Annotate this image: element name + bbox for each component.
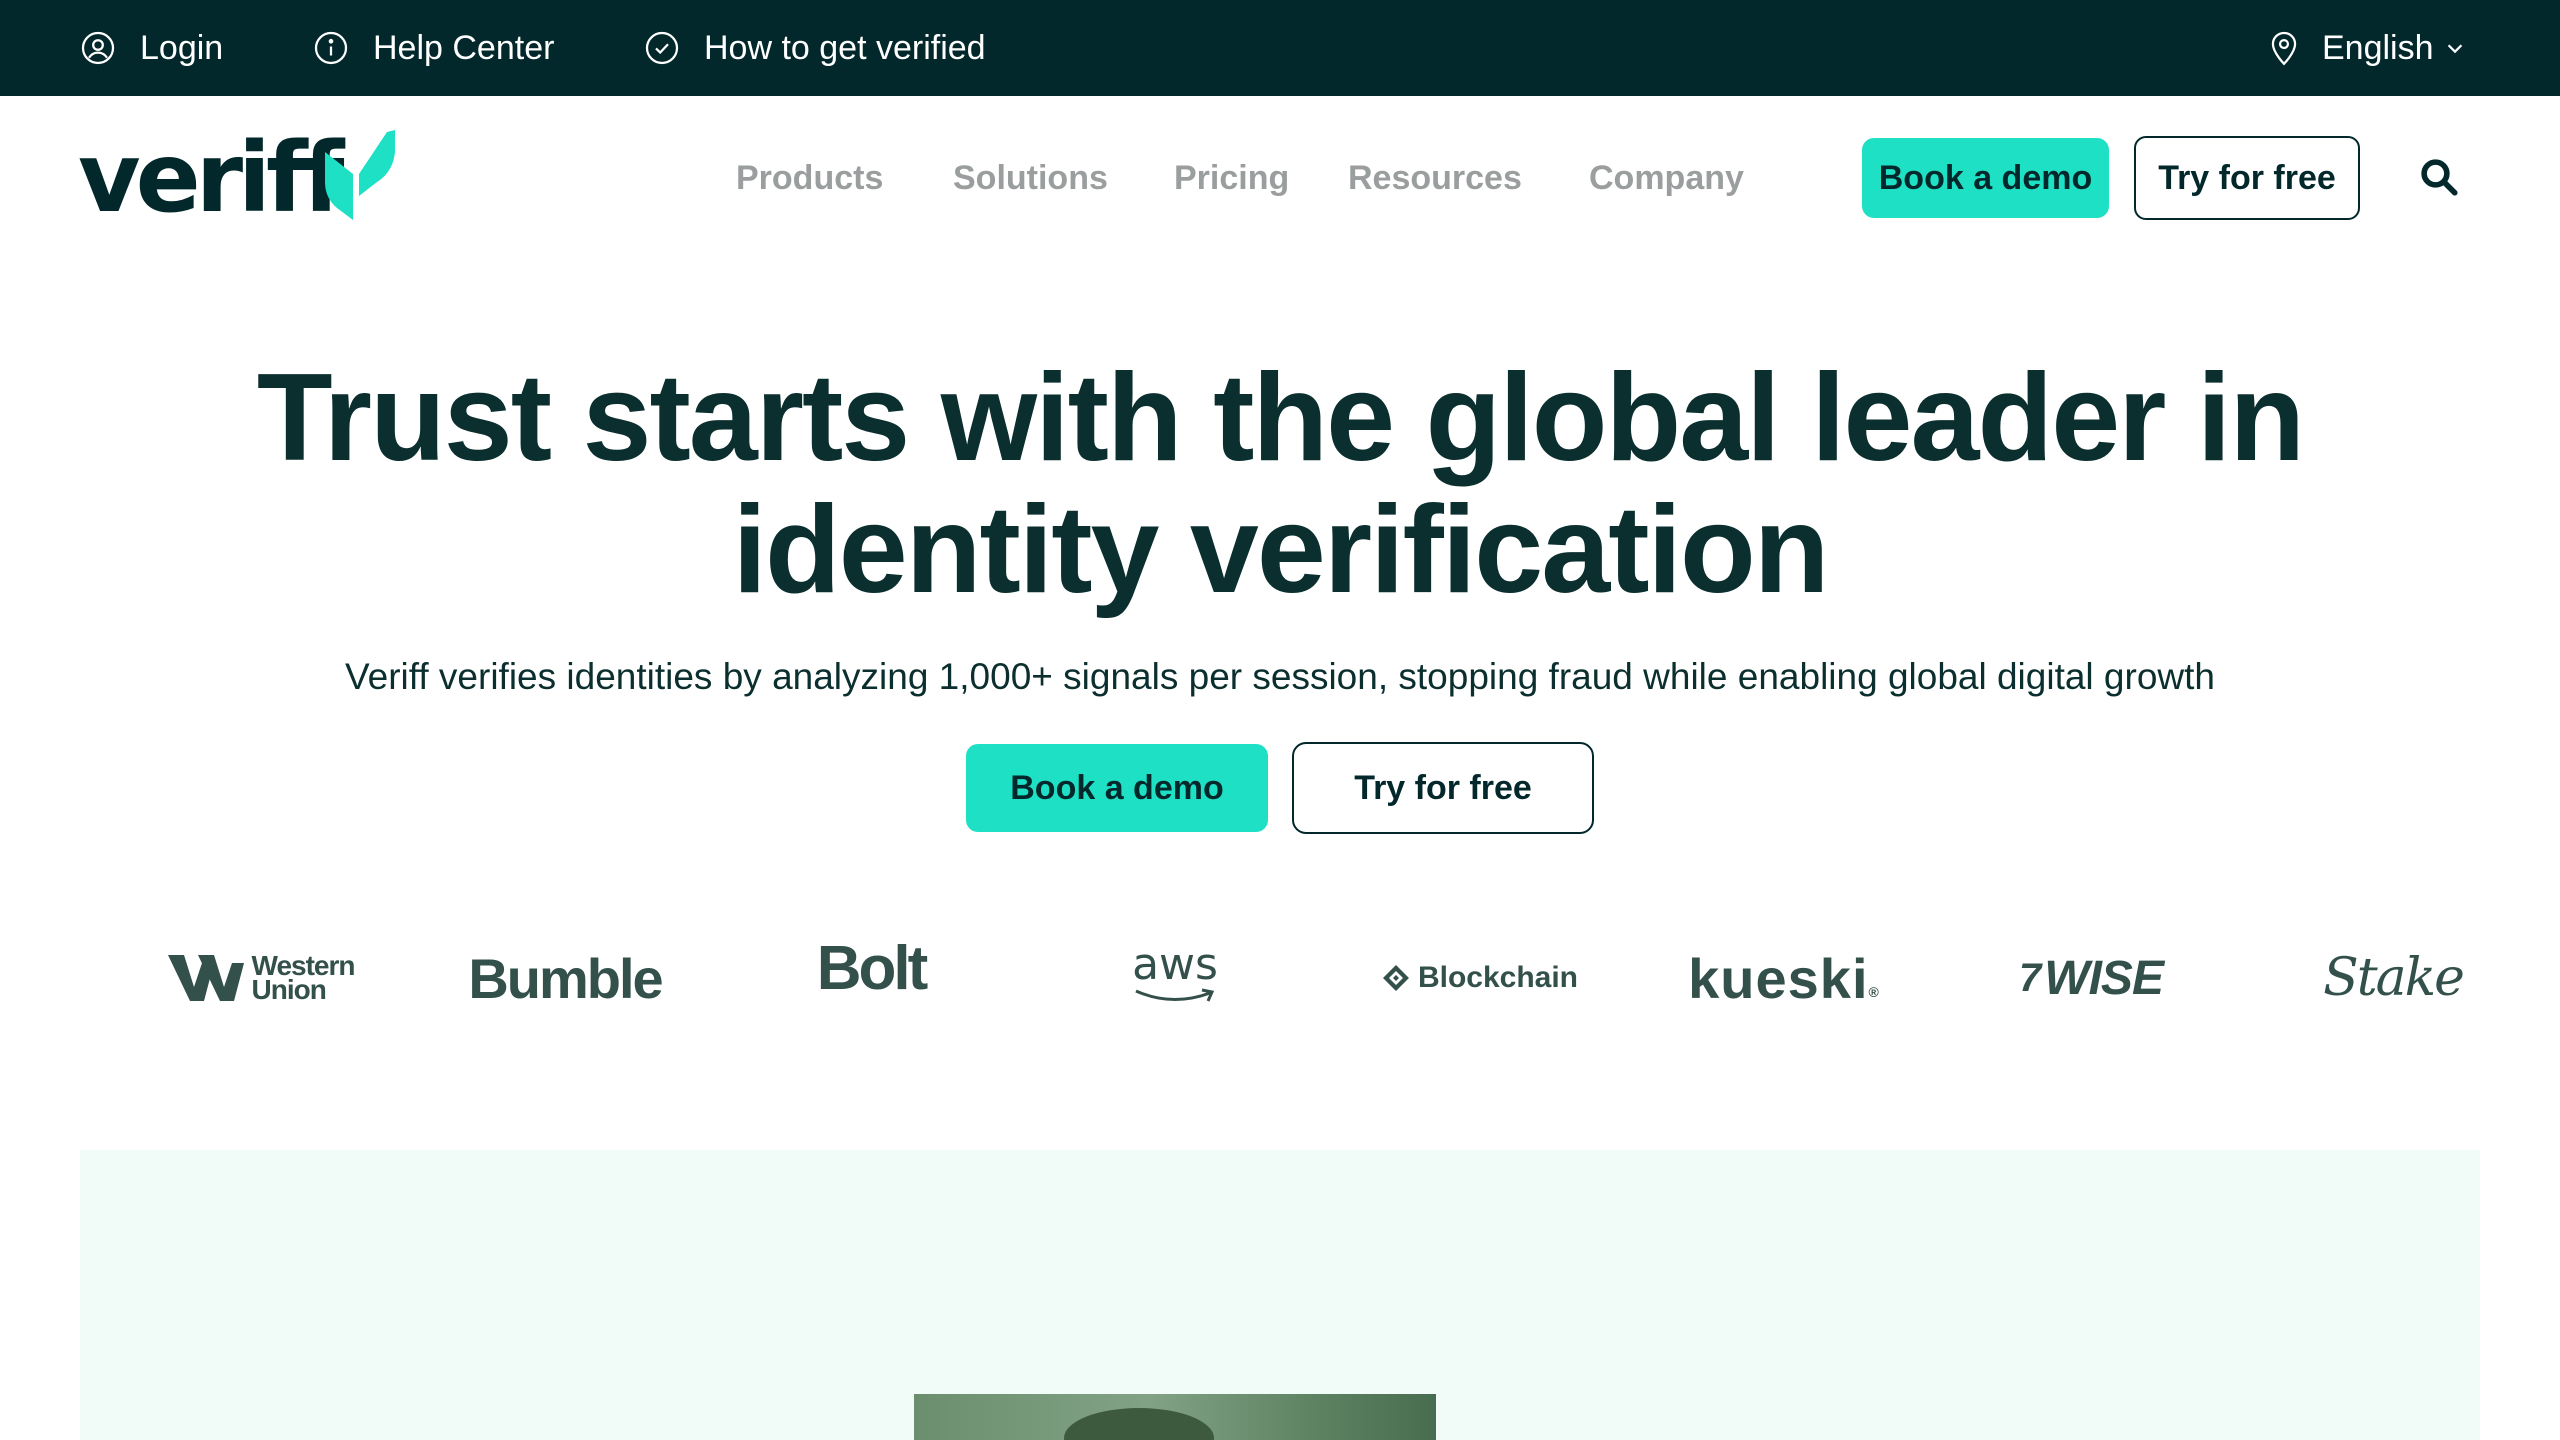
wise-logo: 7 WISE xyxy=(2016,938,2166,1018)
veriff-logo[interactable]: veriff xyxy=(78,128,398,228)
western-union-mark-icon xyxy=(167,955,244,1001)
nav-company[interactable]: Company xyxy=(1589,150,1744,206)
aws-logo: aws xyxy=(1122,934,1228,1014)
info-circle-icon xyxy=(314,31,348,65)
veriff-leaf-icon xyxy=(325,130,395,220)
how-to-get-verified-link[interactable]: How to get verified xyxy=(644,0,986,96)
utility-bar: Login Help Center How to get verified En… xyxy=(0,0,2560,96)
kueski-registered-mark: ® xyxy=(1868,984,1880,1000)
aws-wordmark: aws xyxy=(1132,939,1218,990)
chevron-down-icon xyxy=(2447,44,2462,54)
language-label: English xyxy=(2322,28,2434,67)
nav-products[interactable]: Products xyxy=(736,150,883,206)
hero-title: Trust starts with the global leader in i… xyxy=(0,352,2560,616)
location-pin-icon xyxy=(2271,31,2297,66)
search-icon[interactable] xyxy=(2418,156,2460,198)
feature-panel xyxy=(80,1150,2480,1440)
user-circle-icon xyxy=(81,31,115,65)
blockchain-cube-icon xyxy=(1382,965,1409,991)
blockchain-logo: Blockchain xyxy=(1382,938,1578,1018)
nav-resources[interactable]: Resources xyxy=(1348,150,1522,206)
language-selector[interactable]: English xyxy=(2268,0,2466,96)
help-center-label: Help Center xyxy=(373,28,555,67)
hero-title-line-2: identity verification xyxy=(732,481,1830,619)
western-union-logo: Western Union xyxy=(166,938,356,1018)
nav-solutions[interactable]: Solutions xyxy=(953,150,1108,206)
wise-wordmark: WISE xyxy=(2044,951,2164,1005)
bumble-logo: Bumble xyxy=(468,946,663,1010)
nav-pricing[interactable]: Pricing xyxy=(1174,150,1289,206)
kueski-wordmark: kueski xyxy=(1688,946,1869,1010)
nav-try-for-free-button[interactable]: Try for free xyxy=(2134,136,2360,220)
how-to-get-verified-label: How to get verified xyxy=(704,28,986,67)
western-union-line-2: Union xyxy=(251,974,327,1005)
hero-try-for-free-button[interactable]: Try for free xyxy=(1292,742,1594,834)
wise-flag-icon: 7 xyxy=(2019,955,2041,1000)
check-circle-icon xyxy=(645,31,679,65)
hero-title-line-1: Trust starts with the global leader in xyxy=(256,349,2305,487)
aws-smile-icon xyxy=(1135,988,1215,1002)
photo-person-shape xyxy=(1064,1408,1214,1440)
blockchain-wordmark: Blockchain xyxy=(1417,961,1578,994)
help-center-link[interactable]: Help Center xyxy=(313,0,554,96)
login-link[interactable]: Login xyxy=(80,0,223,96)
kueski-logo: kueski ® xyxy=(1684,938,1884,1018)
demo-photo xyxy=(914,1394,1436,1440)
logo-wordmark: veriff xyxy=(78,122,344,234)
hero-book-demo-button[interactable]: Book a demo xyxy=(966,744,1268,832)
bolt-logo: Bolt xyxy=(816,933,929,1003)
stake-logo: Stake xyxy=(2323,948,2465,1008)
login-label: Login xyxy=(140,28,224,67)
nav-book-demo-button[interactable]: Book a demo xyxy=(1862,138,2109,218)
hero-subtitle: Veriff verifies identities by analyzing … xyxy=(345,656,2215,697)
